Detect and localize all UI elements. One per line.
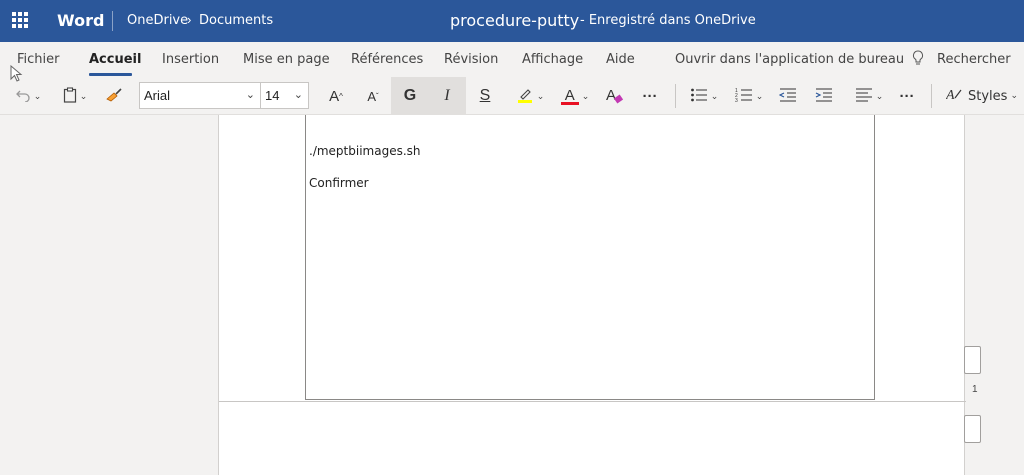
chevron-down-icon: ⌄ [875, 90, 884, 101]
numbering-button[interactable]: 123 ⌄ [731, 77, 767, 115]
more-font-options-button[interactable]: ··· [637, 77, 663, 115]
toolbar-divider [931, 84, 932, 108]
undo-icon [15, 88, 31, 105]
toolbar-divider [675, 84, 676, 108]
tab-insertion[interactable]: Insertion [162, 52, 219, 67]
lightbulb-icon [912, 50, 924, 70]
breadcrumb-documents[interactable]: Documents [199, 13, 273, 28]
tab-mise-en-page[interactable]: Mise en page [243, 52, 330, 67]
brush-icon [105, 87, 123, 106]
font-name-select[interactable]: Arial ⌄ [139, 82, 261, 109]
page-thumbnail[interactable] [964, 415, 981, 443]
ribbon-tabs: Fichier Accueil Insertion Mise en page R… [0, 42, 1024, 77]
chevron-down-icon: ⌄ [245, 89, 255, 101]
decrease-indent-icon [778, 87, 797, 106]
chevron-down-icon: ⌄ [1010, 91, 1018, 101]
document-line-command[interactable]: ./meptbiimages.sh [309, 144, 421, 158]
document-line-confirmer[interactable]: Confirmer [309, 176, 369, 190]
chevron-down-icon: ⌄ [536, 90, 545, 101]
bulleted-list-icon [690, 87, 708, 106]
align-button[interactable]: ⌄ [851, 77, 887, 115]
styles-icon: A [945, 86, 962, 106]
chevron-down-icon: ⌄ [755, 90, 764, 101]
app-name[interactable]: Word [57, 11, 104, 30]
chevron-down-icon: ⌄ [33, 90, 42, 101]
highlight-button[interactable]: ⌄ [511, 77, 549, 115]
svg-text:3: 3 [735, 98, 738, 103]
tab-revision[interactable]: Révision [444, 52, 498, 67]
styles-label: Styles [968, 88, 1008, 104]
save-status: - Enregistré dans OneDrive [580, 13, 756, 28]
increase-indent-button[interactable] [812, 77, 836, 115]
document-canvas: ./meptbiimages.sh Confirmer 1 [0, 115, 1024, 475]
styles-button[interactable]: A Styles ⌄ [944, 77, 1020, 115]
bullets-button[interactable]: ⌄ [686, 77, 722, 115]
increase-indent-icon [815, 87, 833, 106]
title-divider [112, 11, 113, 31]
title-bar: Word OneDrive › Documents procedure-putt… [0, 0, 1024, 42]
tab-aide[interactable]: Aide [606, 52, 635, 67]
highlighter-icon [516, 86, 534, 107]
font-color-swatch [560, 102, 579, 105]
italic-button[interactable]: I [435, 77, 459, 115]
numbered-list-icon: 123 [735, 87, 753, 106]
font-color-icon: A [560, 86, 579, 106]
mouse-cursor-icon [10, 64, 24, 83]
chevron-down-icon: ⌄ [710, 90, 719, 101]
clear-formatting-button[interactable]: A [602, 77, 626, 115]
more-paragraph-options-button[interactable]: ··· [894, 77, 920, 115]
tab-references[interactable]: Références [351, 52, 423, 67]
chevron-down-icon: ⌄ [293, 89, 303, 101]
tab-open-desktop-app[interactable]: Ouvrir dans l'application de bureau [675, 52, 904, 67]
tab-accueil[interactable]: Accueil [89, 52, 141, 67]
page-break [219, 401, 966, 402]
clear-format-letter: A [606, 87, 617, 104]
clipboard-icon [63, 86, 77, 106]
search-button[interactable]: Rechercher [937, 52, 1011, 67]
font-size-select[interactable]: 14 ⌄ [260, 82, 309, 109]
document-page[interactable]: ./meptbiimages.sh Confirmer [218, 115, 966, 475]
page-thumbnail[interactable] [964, 346, 981, 374]
paste-button[interactable]: ⌄ [58, 77, 92, 115]
chevron-down-icon: ⌄ [79, 90, 88, 101]
clear-format-icon: A [604, 87, 624, 105]
decrease-indent-button[interactable] [776, 77, 800, 115]
chevron-down-icon: ⌄ [581, 90, 590, 101]
shrink-font-icon: A [367, 88, 376, 104]
ribbon-toolbar: ⌄ ⌄ Arial ⌄ 14 ⌄ A ^ Aˇ G I S ⌄ A ⌄ A ··… [0, 77, 1024, 115]
font-color-button[interactable]: A ⌄ [557, 77, 593, 115]
shrink-font-button[interactable]: Aˇ [360, 77, 386, 115]
app-launcher-icon[interactable] [12, 12, 28, 28]
format-painter-button[interactable] [100, 77, 128, 115]
font-size-value: 14 [265, 88, 280, 103]
breadcrumb-separator: › [187, 12, 192, 27]
svg-text:A: A [946, 88, 955, 102]
grow-font-button[interactable]: A ^ [323, 77, 349, 115]
font-name-value: Arial [144, 88, 171, 103]
breadcrumb-onedrive[interactable]: OneDrive [127, 13, 188, 28]
bold-button[interactable]: G [398, 77, 422, 115]
underline-button[interactable]: S [473, 77, 497, 115]
document-title[interactable]: procedure-putty [450, 11, 579, 30]
align-left-icon [855, 87, 873, 106]
tab-affichage[interactable]: Affichage [522, 52, 583, 67]
grow-font-icon: A [329, 87, 340, 105]
page-number: 1 [972, 384, 978, 395]
active-tab-indicator [89, 73, 132, 76]
